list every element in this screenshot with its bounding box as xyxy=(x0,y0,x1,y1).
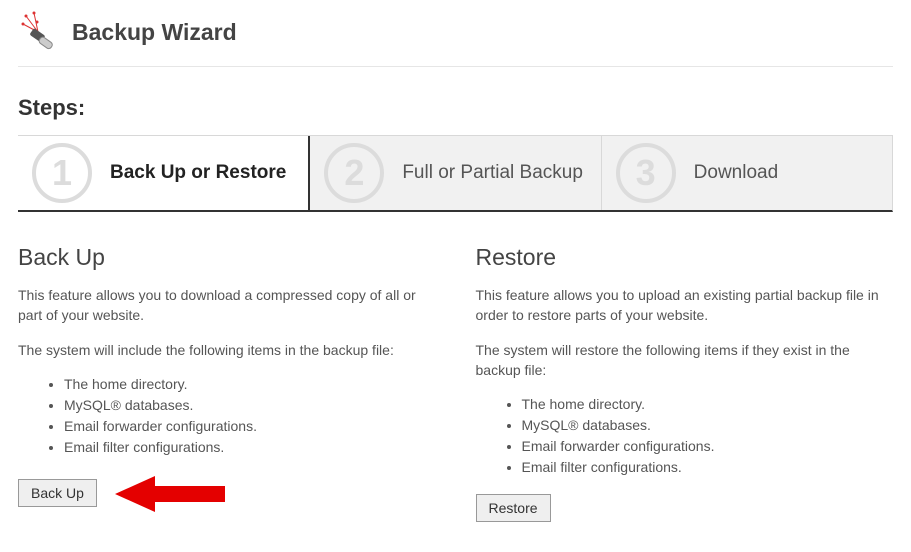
backup-intro: This feature allows you to download a co… xyxy=(18,285,436,326)
step-number: 1 xyxy=(32,143,92,203)
step-label: Download xyxy=(694,162,779,184)
step-label: Back Up or Restore xyxy=(110,162,286,184)
restore-list-intro: The system will restore the following it… xyxy=(476,340,894,381)
restore-column: Restore This feature allows you to uploa… xyxy=(476,244,894,522)
backup-heading: Back Up xyxy=(18,244,436,271)
restore-heading: Restore xyxy=(476,244,894,271)
list-item: Email forwarder configurations. xyxy=(522,436,894,457)
list-item: The home directory. xyxy=(522,394,894,415)
restore-item-list: The home directory. MySQL® databases. Em… xyxy=(476,394,894,478)
backup-item-list: The home directory. MySQL® databases. Em… xyxy=(18,374,436,458)
restore-button[interactable]: Restore xyxy=(476,494,551,522)
list-item: MySQL® databases. xyxy=(64,395,436,416)
step-label: Full or Partial Backup xyxy=(402,162,583,184)
step-number: 2 xyxy=(324,143,384,203)
annotation-arrow-icon xyxy=(115,474,225,514)
backup-column: Back Up This feature allows you to downl… xyxy=(18,244,436,522)
page-title: Backup Wizard xyxy=(72,19,237,46)
step-download[interactable]: 3 Download xyxy=(601,136,892,210)
step-number: 3 xyxy=(616,143,676,203)
content-columns: Back Up This feature allows you to downl… xyxy=(18,244,893,522)
page-header: Backup Wizard xyxy=(18,10,893,67)
step-backup-or-restore[interactable]: 1 Back Up or Restore xyxy=(18,136,308,210)
backup-button[interactable]: Back Up xyxy=(18,479,97,507)
step-full-or-partial[interactable]: 2 Full or Partial Backup xyxy=(308,136,600,210)
restore-intro: This feature allows you to upload an exi… xyxy=(476,285,894,326)
list-item: Email filter configurations. xyxy=(522,457,894,478)
list-item: Email forwarder configurations. xyxy=(64,416,436,437)
steps-bar: 1 Back Up or Restore 2 Full or Partial B… xyxy=(18,135,893,212)
steps-label: Steps: xyxy=(18,95,893,121)
backup-wizard-icon xyxy=(18,10,62,54)
list-item: Email filter configurations. xyxy=(64,437,436,458)
list-item: MySQL® databases. xyxy=(522,415,894,436)
list-item: The home directory. xyxy=(64,374,436,395)
backup-list-intro: The system will include the following it… xyxy=(18,340,436,360)
